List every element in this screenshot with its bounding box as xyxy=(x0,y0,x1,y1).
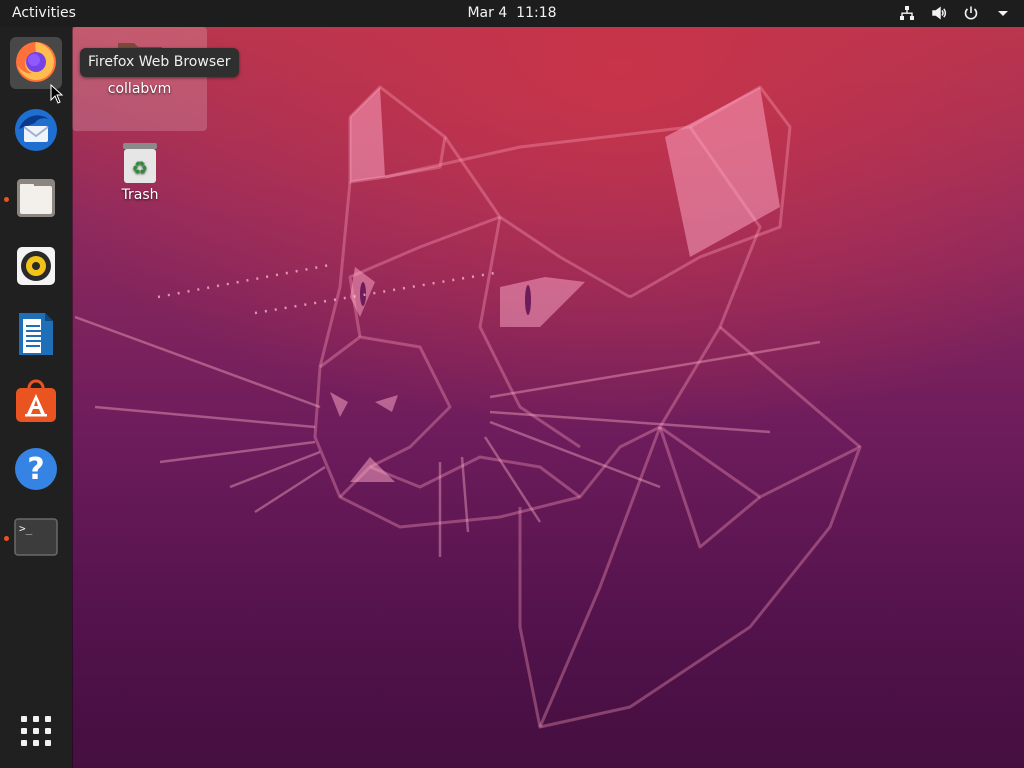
menu-arrow-icon[interactable] xyxy=(994,4,1012,22)
desktop-icon-trash[interactable]: ♻ Trash xyxy=(100,137,180,207)
firefox-icon xyxy=(13,38,59,88)
top-bar: Activities Mar 4 11:18 xyxy=(0,0,1024,27)
dock-item-terminal[interactable]: >_ xyxy=(10,513,62,565)
rhythmbox-icon xyxy=(15,245,57,291)
dock-tooltip: Firefox Web Browser xyxy=(80,48,239,77)
system-tray[interactable] xyxy=(898,4,1012,22)
dock-item-firefox[interactable] xyxy=(10,37,62,89)
dock-item-ubuntu-software[interactable] xyxy=(10,377,62,429)
app-grid-icon xyxy=(19,714,53,752)
dock-item-files[interactable] xyxy=(10,174,62,226)
terminal-icon: >_ xyxy=(13,517,59,561)
dock-item-thunderbird[interactable] xyxy=(10,106,62,158)
svg-text:>_: >_ xyxy=(19,522,33,535)
dock-item-writer[interactable] xyxy=(10,310,62,362)
power-icon[interactable] xyxy=(962,4,980,22)
thunderbird-icon xyxy=(13,107,59,157)
running-indicator xyxy=(4,536,9,541)
clock-button[interactable]: Mar 4 11:18 xyxy=(467,5,556,21)
writer-icon xyxy=(16,311,56,361)
mouse-pointer-icon xyxy=(50,83,64,104)
dock-item-rhythmbox[interactable] xyxy=(10,242,62,294)
software-icon xyxy=(13,378,59,428)
desktop-icon-label: Trash xyxy=(121,187,159,203)
clock-date: Mar 4 xyxy=(467,5,508,21)
clock: Mar 4 11:18 xyxy=(0,5,1024,21)
desktop-background[interactable]: collabvm ♻ Trash xyxy=(0,27,1024,768)
trash-icon: ♻ xyxy=(121,141,159,185)
files-icon xyxy=(14,176,58,224)
dock-item-help[interactable]: ? xyxy=(10,445,62,497)
clock-time: 11:18 xyxy=(516,5,557,21)
network-icon[interactable] xyxy=(898,4,916,22)
show-applications-button[interactable] xyxy=(10,707,62,759)
activities-button[interactable]: Activities xyxy=(12,5,76,21)
dock: ? >_ xyxy=(0,27,72,768)
running-indicator xyxy=(4,197,9,202)
help-icon: ? xyxy=(13,446,59,496)
desktop-icon-collabvm[interactable]: collabvm xyxy=(72,27,207,131)
svg-text:♻: ♻ xyxy=(132,158,148,179)
volume-icon[interactable] xyxy=(930,4,948,22)
svg-text:?: ? xyxy=(27,452,44,487)
desktop-icon-label: collabvm xyxy=(107,81,172,97)
